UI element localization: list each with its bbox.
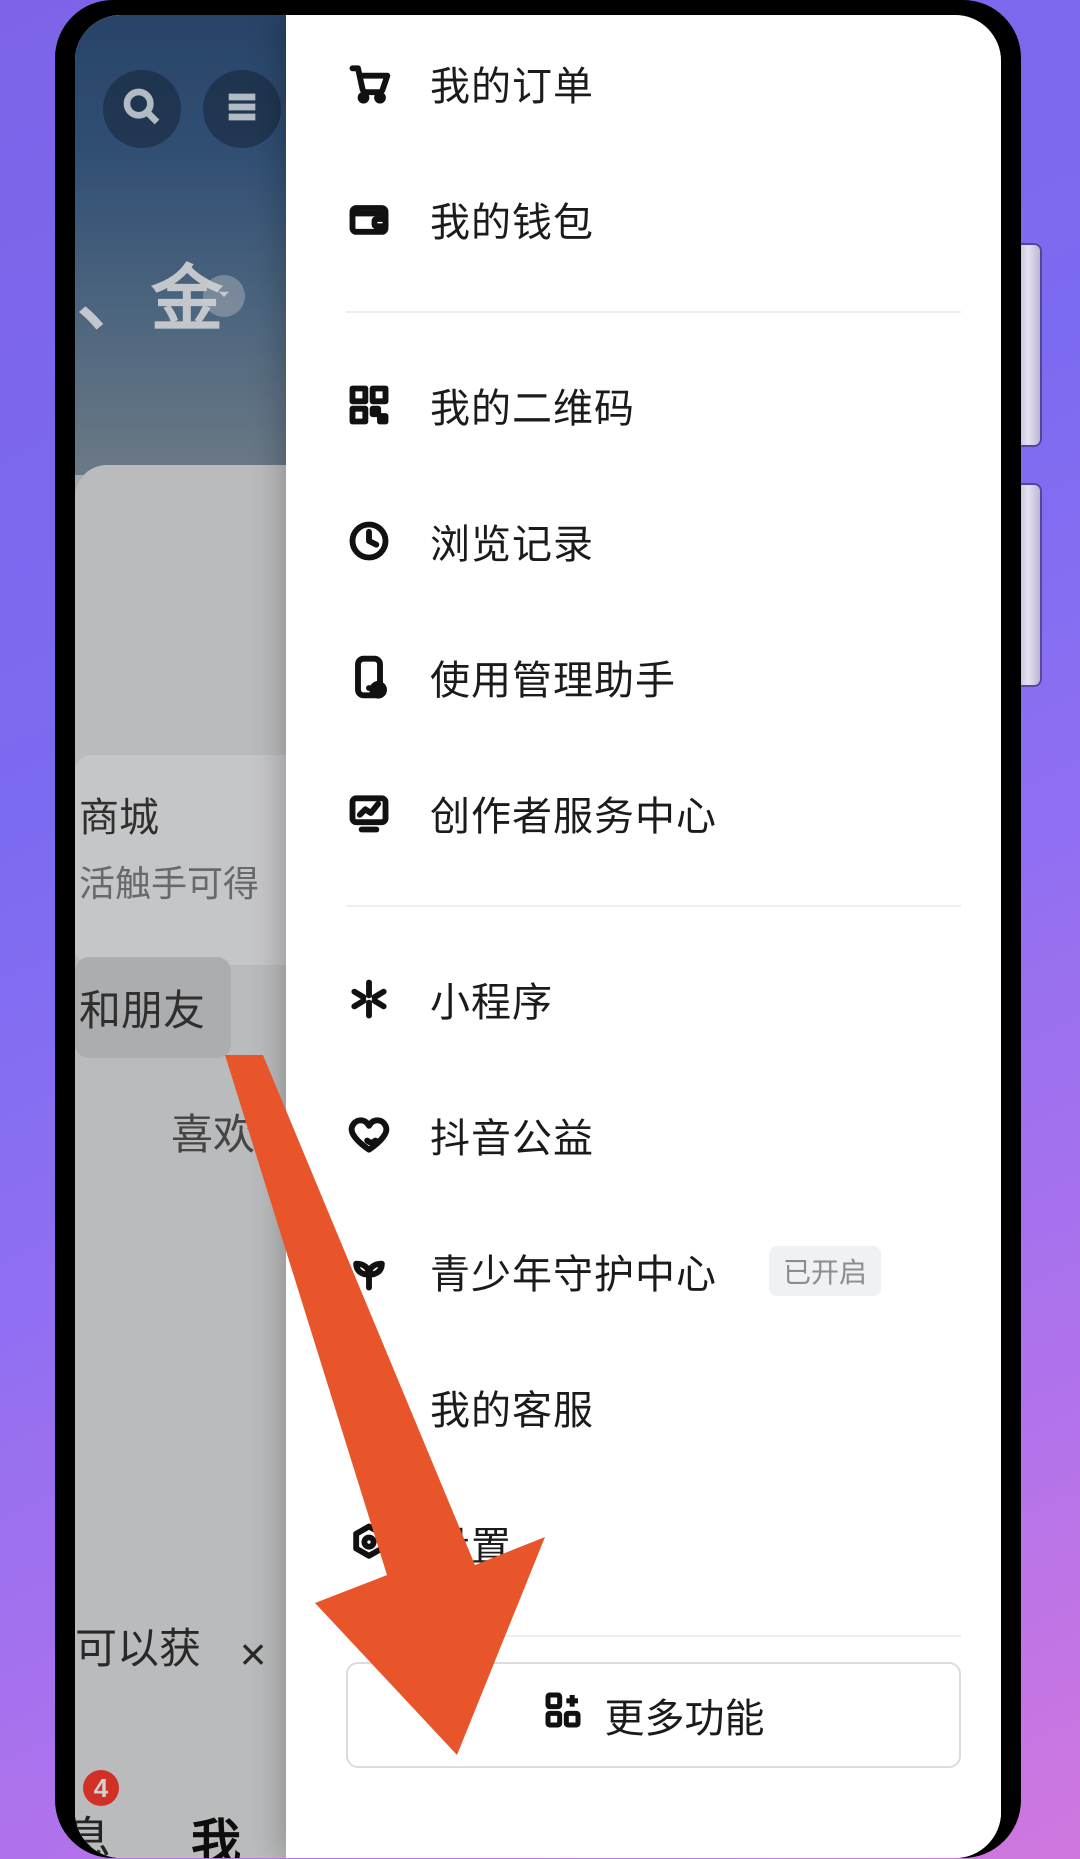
drawer-item-label: 浏览记录 <box>430 512 594 570</box>
drawer-item-usage[interactable]: 使用管理助手 <box>346 609 1001 745</box>
phone-check-icon <box>346 654 392 700</box>
cart-icon <box>346 60 392 106</box>
drawer-item-label: 抖音公益 <box>430 1106 594 1164</box>
drawer-item-label: 我的钱包 <box>430 190 594 248</box>
more-functions-button[interactable]: 更多功能 <box>346 1662 961 1768</box>
clock-icon <box>346 518 392 564</box>
drawer-item-charity[interactable]: 抖音公益 <box>346 1067 1001 1203</box>
drawer-item-history[interactable]: 浏览记录 <box>346 473 1001 609</box>
drawer-item-creator[interactable]: 创作者服务中心 <box>346 745 1001 881</box>
drawer-item-label: 使用管理助手 <box>430 648 676 706</box>
status-badge: 已开启 <box>769 1246 881 1296</box>
headset-icon <box>346 1384 392 1430</box>
drawer-item-label: 青少年守护中心 <box>430 1242 717 1300</box>
drawer-item-label: 我的客服 <box>430 1378 594 1436</box>
drawer-item-label: 我的二维码 <box>430 376 635 434</box>
qrcode-icon <box>346 382 392 428</box>
drawer-item-label: 我的订单 <box>430 54 594 112</box>
more-functions-label: 更多功能 <box>605 1686 765 1744</box>
side-drawer: 我的订单我的钱包我的二维码浏览记录使用管理助手创作者服务中心小程序抖音公益青少年… <box>286 15 1001 1858</box>
grid-plus-icon <box>543 1690 583 1740</box>
drawer-item-orders[interactable]: 我的订单 <box>346 15 1001 151</box>
drawer-item-qrcode[interactable]: 我的二维码 <box>346 337 1001 473</box>
drawer-item-miniapp[interactable]: 小程序 <box>346 931 1001 1067</box>
wallet-icon <box>346 196 392 242</box>
monitor-chart-icon <box>346 790 392 836</box>
divider <box>346 905 961 907</box>
drawer-item-label: 设置 <box>430 1514 512 1572</box>
sprout-icon <box>346 1248 392 1294</box>
drawer-item-wallet[interactable]: 我的钱包 <box>346 151 1001 287</box>
spark-icon <box>346 976 392 1022</box>
hex-gear-icon <box>346 1520 392 1566</box>
heart-icon <box>346 1112 392 1158</box>
divider <box>346 1635 961 1637</box>
phone-frame: 、金 商城 活触手可得 和朋友 喜欢 🔒 可以获 × 4 <box>55 0 1021 1858</box>
drawer-item-label: 小程序 <box>430 970 553 1028</box>
drawer-item-label: 创作者服务中心 <box>430 784 717 842</box>
screen: 、金 商城 活触手可得 和朋友 喜欢 🔒 可以获 × 4 <box>75 15 1001 1858</box>
drawer-item-support[interactable]: 我的客服 <box>346 1339 1001 1475</box>
divider <box>346 311 961 313</box>
drawer-item-youth[interactable]: 青少年守护中心 已开启 <box>346 1203 1001 1339</box>
drawer-item-settings[interactable]: 设置 <box>346 1475 1001 1611</box>
